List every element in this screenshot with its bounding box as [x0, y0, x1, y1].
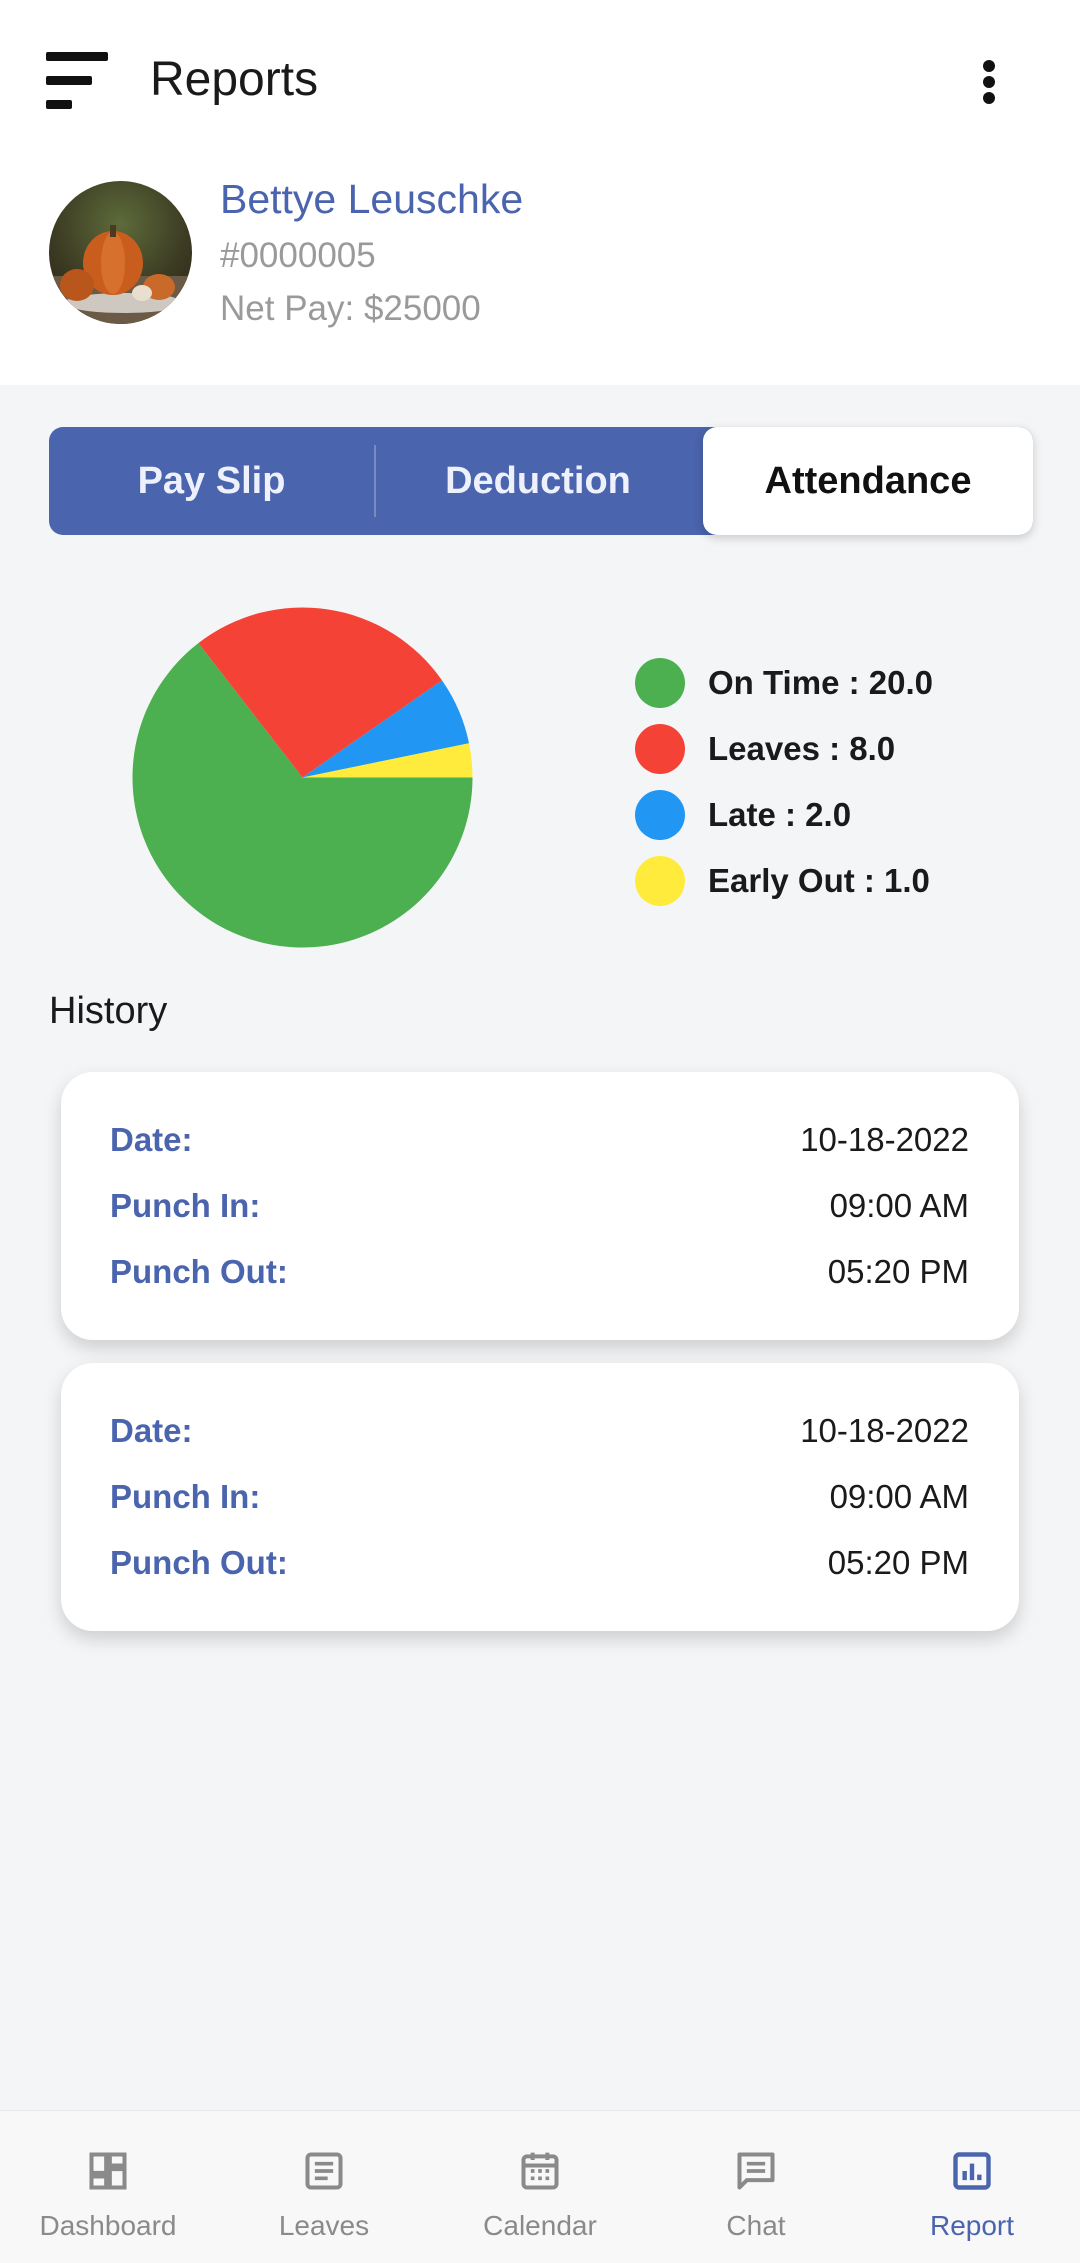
- employee-name: Bettye Leuschke: [220, 176, 524, 222]
- employee-net-pay: Net Pay: $25000: [220, 289, 481, 328]
- nav-dashboard[interactable]: Dashboard: [0, 2111, 216, 2263]
- legend-label: On Time : 20.0: [708, 664, 933, 701]
- more-options-icon[interactable]: [972, 56, 1006, 108]
- legend-label: Leaves : 8.0: [708, 730, 896, 767]
- punch-in-row: Punch In: 09:00 AM: [110, 1181, 969, 1231]
- legend-item-late: Late : 2.0: [635, 782, 933, 848]
- page-title: Reports: [150, 53, 319, 106]
- nav-chat[interactable]: Chat: [648, 2111, 864, 2263]
- nav-leaves-label: Leaves: [278, 2210, 370, 2241]
- nav-leaves[interactable]: Leaves: [216, 2111, 432, 2263]
- nav-report[interactable]: Report: [864, 2111, 1080, 2263]
- date-value: 10-18-2022: [800, 1121, 969, 1158]
- tab-attendance[interactable]: Attendance: [703, 427, 1033, 535]
- legend-item-on-time: On Time : 20.0: [635, 650, 933, 716]
- punch-in-value: 09:00 AM: [829, 1478, 969, 1515]
- tab-deduction[interactable]: Deduction: [374, 427, 702, 535]
- legend-label: Early Out : 1.0: [708, 862, 930, 899]
- date-label: Date:: [110, 1121, 193, 1158]
- punch-in-value: 09:00 AM: [829, 1187, 969, 1224]
- punch-out-row: Punch Out: 05:20 PM: [110, 1247, 969, 1297]
- nav-dashboard-label: Dashboard: [39, 2210, 177, 2241]
- date-row: Date: 10-18-2022: [110, 1115, 969, 1165]
- employee-id: #0000005: [220, 236, 376, 275]
- date-row: Date: 10-18-2022: [110, 1406, 969, 1456]
- history-card[interactable]: Date: 10-18-2022 Punch In: 09:00 AM Punc…: [61, 1363, 1019, 1631]
- punch-out-row: Punch Out: 05:20 PM: [110, 1538, 969, 1588]
- bottom-nav: Dashboard Leaves Calendar Chat Report: [0, 2110, 1080, 2263]
- nav-calendar[interactable]: Calendar: [432, 2111, 648, 2263]
- legend-item-early-out: Early Out : 1.0: [635, 848, 933, 914]
- punch-in-row: Punch In: 09:00 AM: [110, 1472, 969, 1522]
- leaves-icon: [305, 2152, 343, 2190]
- legend-swatch: [635, 658, 685, 708]
- nav-calendar-label: Calendar: [483, 2210, 597, 2241]
- legend-swatch: [635, 724, 685, 774]
- dashboard-icon: [89, 2152, 127, 2190]
- attendance-pie-chart: [132, 607, 473, 948]
- punch-out-value: 05:20 PM: [827, 1253, 969, 1290]
- punch-out-label: Punch Out:: [110, 1253, 288, 1290]
- date-label: Date:: [110, 1412, 193, 1449]
- legend-swatch: [635, 790, 685, 840]
- chat-icon: [737, 2152, 775, 2190]
- calendar-icon: [521, 2152, 559, 2190]
- legend-item-leaves: Leaves : 8.0: [635, 716, 933, 782]
- history-title: History: [49, 990, 168, 1032]
- avatar: [49, 181, 192, 324]
- nav-report-label: Report: [929, 2210, 1015, 2241]
- nav-chat-label: Chat: [726, 2210, 786, 2241]
- tab-pay-slip[interactable]: Pay Slip: [49, 427, 374, 535]
- report-icon: [953, 2152, 991, 2190]
- chart-legend: On Time : 20.0 Leaves : 8.0 Late : 2.0 Earl…: [635, 650, 933, 914]
- legend-swatch: [635, 856, 685, 906]
- date-value: 10-18-2022: [800, 1412, 969, 1449]
- punch-out-label: Punch Out:: [110, 1544, 288, 1581]
- menu-icon[interactable]: [46, 52, 110, 112]
- legend-label: Late : 2.0: [708, 796, 852, 833]
- history-card[interactable]: Date: 10-18-2022 Punch In: 09:00 AM Punc…: [61, 1072, 1019, 1340]
- top-bar: Reports Bettye Leuschke #0000005 Net Pay…: [0, 0, 1080, 385]
- punch-out-value: 05:20 PM: [827, 1544, 969, 1581]
- punch-in-label: Punch In:: [110, 1478, 261, 1515]
- punch-in-label: Punch In:: [110, 1187, 261, 1224]
- report-tabs: Pay Slip Deduction Attendance: [49, 427, 1033, 535]
